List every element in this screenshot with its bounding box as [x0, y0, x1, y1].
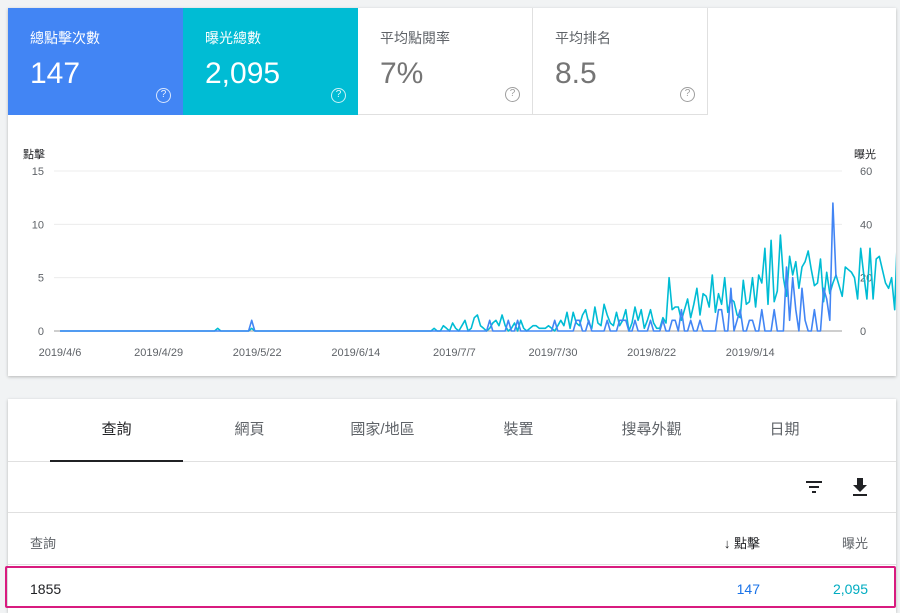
- tab-queries[interactable]: 查詢: [50, 399, 183, 462]
- x-tick-label: 2019/4/6: [39, 347, 82, 359]
- help-icon[interactable]: ?: [680, 87, 695, 102]
- y-left-tick-label: 5: [38, 273, 44, 285]
- y-right-tick-label: 20: [860, 273, 872, 285]
- table-toolbar: [8, 462, 896, 513]
- metric-total-impressions[interactable]: 曝光總數 2,095 ?: [183, 8, 358, 115]
- help-icon[interactable]: ?: [156, 88, 171, 103]
- chart-grid: [54, 170, 842, 332]
- table-row[interactable]: 1855 147 2,095: [8, 565, 896, 609]
- tab-search-appearance[interactable]: 搜尋外觀: [585, 399, 718, 462]
- filter-icon[interactable]: [799, 472, 829, 502]
- clicks-series-line[interactable]: [60, 202, 837, 332]
- y-right-tick-label: 60: [860, 166, 872, 178]
- chart-series: [60, 202, 896, 332]
- x-tick-label: 2019/5/22: [233, 347, 282, 359]
- metric-label: 曝光總數: [205, 30, 261, 46]
- x-tick-label: 2019/6/14: [331, 347, 380, 359]
- performance-card: 總點擊次數 147 ? 曝光總數 2,095 ? 平均點閱率 7% ? 平均排名…: [8, 8, 896, 376]
- tab-pages[interactable]: 網頁: [183, 399, 316, 462]
- x-tick-label: 2019/7/7: [433, 347, 476, 359]
- table-header: 查詢 ↓ 點擊 曝光: [8, 513, 896, 565]
- download-icon[interactable]: [845, 472, 875, 502]
- tab-countries[interactable]: 國家/地區: [316, 399, 449, 462]
- x-tick-label: 2019/7/30: [529, 347, 578, 359]
- metric-average-position[interactable]: 平均排名 8.5 ?: [533, 8, 708, 115]
- metric-tiles: 總點擊次數 147 ? 曝光總數 2,095 ? 平均點閱率 7% ? 平均排名…: [8, 8, 708, 115]
- metric-average-ctr[interactable]: 平均點閱率 7% ?: [358, 8, 533, 115]
- column-header-clicks-label: 點擊: [733, 536, 760, 551]
- sort-arrow-icon: ↓: [723, 536, 731, 551]
- y-left-axis-label: 點擊: [23, 147, 45, 161]
- metric-label: 平均排名: [555, 30, 611, 46]
- x-axis: 2019/4/6 2019/4/29 2019/5/22 2019/6/14 2019/…: [39, 347, 775, 359]
- column-header-impressions[interactable]: 曝光: [842, 533, 868, 552]
- tab-dates[interactable]: 日期: [718, 399, 851, 462]
- table-card: 查詢 網頁 國家/地區 裝置 搜尋外觀 日期 查詢 ↓ 點擊 曝光 1855 1…: [8, 399, 896, 613]
- help-icon[interactable]: ?: [331, 88, 346, 103]
- y-left-tick-label: 15: [32, 166, 44, 178]
- y-left-tick-label: 0: [38, 326, 44, 338]
- metric-total-clicks[interactable]: 總點擊次數 147 ?: [8, 8, 183, 115]
- row-query: 1855: [30, 581, 62, 597]
- row-clicks: 147: [736, 581, 760, 597]
- column-header-clicks[interactable]: ↓ 點擊: [724, 533, 760, 552]
- metric-value: 147: [30, 57, 81, 90]
- metric-label: 總點擊次數: [30, 30, 100, 46]
- metric-value: 8.5: [555, 57, 597, 90]
- tab-devices[interactable]: 裝置: [452, 399, 585, 462]
- y-right-axis: 0 20 40 60 曝光: [854, 147, 876, 338]
- column-header-query[interactable]: 查詢: [30, 533, 56, 552]
- y-left-axis: 0 5 10 15 點擊: [23, 147, 45, 338]
- metric-label: 平均點閱率: [380, 30, 450, 46]
- y-left-tick-label: 10: [32, 219, 44, 231]
- y-right-tick-label: 40: [860, 219, 872, 231]
- dimension-tabs: 查詢 網頁 國家/地區 裝置 搜尋外觀 日期: [8, 399, 896, 462]
- x-tick-label: 2019/9/14: [726, 347, 775, 359]
- metric-value: 2,095: [205, 57, 281, 90]
- y-right-tick-label: 0: [860, 326, 866, 338]
- row-impressions: 2,095: [832, 581, 868, 597]
- metric-value: 7%: [380, 57, 424, 90]
- x-tick-label: 2019/4/29: [134, 347, 183, 359]
- x-tick-label: 2019/8/22: [627, 347, 676, 359]
- help-icon[interactable]: ?: [505, 87, 520, 102]
- performance-chart[interactable]: 051015點擊 0204060曝光 2019/4/6 2019/4/29 2019…: [8, 115, 896, 375]
- y-right-axis-label: 曝光: [854, 147, 876, 161]
